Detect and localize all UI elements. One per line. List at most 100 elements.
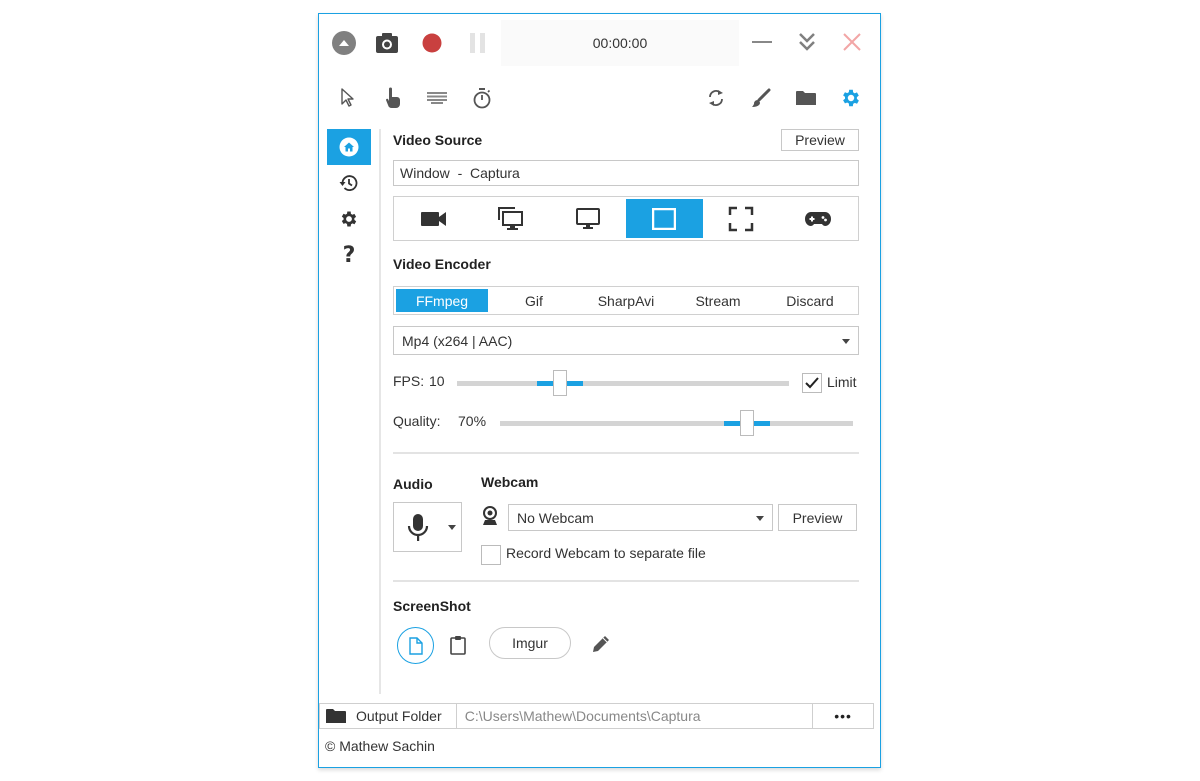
imgur-upload-button[interactable]: Imgur <box>489 627 571 659</box>
output-folder-button[interactable]: Output Folder <box>319 703 457 729</box>
quality-slider[interactable] <box>500 410 853 436</box>
video-source-selector <box>393 196 859 241</box>
close-button[interactable] <box>841 31 863 53</box>
fps-slider-thumb[interactable] <box>552 370 567 396</box>
tab-discard[interactable]: Discard <box>764 289 856 312</box>
cursor-icon <box>341 88 354 107</box>
webcam-value: No Webcam <box>517 509 594 526</box>
quality-slider-thumb[interactable] <box>740 410 755 436</box>
source-game[interactable] <box>779 199 856 238</box>
sidebar-item-history[interactable] <box>327 165 371 201</box>
chevron-down-icon <box>756 515 764 521</box>
screenshot-to-clipboard-button[interactable] <box>449 632 467 658</box>
webcam-title: Webcam <box>481 474 539 490</box>
source-screen[interactable] <box>549 199 626 238</box>
captura-window: 00:00:00 ? Video Source Preview Window -… <box>318 13 881 768</box>
video-encoder-title: Video Encoder <box>393 256 491 272</box>
sidebar-nav: ? <box>327 129 371 273</box>
source-window[interactable] <box>626 199 703 238</box>
click-icon <box>386 87 400 109</box>
source-multiple-screens[interactable] <box>473 199 550 238</box>
refresh-icon <box>709 90 723 106</box>
codec-value: Mp4 (x264 | AAC) <box>402 332 513 349</box>
fps-value: 10 <box>429 373 445 389</box>
collapse-button[interactable] <box>331 30 357 56</box>
source-region[interactable] <box>703 199 780 238</box>
tab-ffmpeg[interactable]: FFmpeg <box>396 289 488 312</box>
sidebar-item-home[interactable] <box>327 129 371 165</box>
section-divider <box>393 580 859 582</box>
section-divider <box>393 452 859 454</box>
include-cursor-toggle[interactable] <box>336 86 360 110</box>
fps-limit-label: Limit <box>827 374 857 390</box>
history-icon <box>339 175 358 191</box>
sidebar-item-about[interactable]: ? <box>327 237 371 273</box>
sidebar-item-settings[interactable] <box>327 201 371 237</box>
screenshot-editor-button[interactable] <box>589 632 613 656</box>
recording-timer: 00:00:00 <box>501 20 739 66</box>
settings-icon <box>843 89 859 107</box>
image-editor-button[interactable] <box>749 86 773 110</box>
video-source-value: Window - Captura <box>400 165 520 181</box>
disk-icon <box>408 636 423 655</box>
pencil-icon <box>593 636 609 652</box>
open-output-folder-button[interactable] <box>794 86 818 110</box>
pause-button[interactable] <box>467 31 489 55</box>
settings-button[interactable] <box>839 86 863 110</box>
webcam-preview-button[interactable]: Preview <box>778 504 857 531</box>
fps-label: FPS: <box>393 373 425 389</box>
video-source-preview-button[interactable]: Preview <box>781 129 859 151</box>
more-icon: ••• <box>834 708 852 724</box>
folder-icon <box>326 709 346 723</box>
tab-stream[interactable]: Stream <box>672 289 764 312</box>
close-icon <box>843 33 861 51</box>
monitor-icon <box>575 207 600 229</box>
browse-output-folder-button[interactable]: ••• <box>812 703 875 729</box>
include-clicks-toggle[interactable] <box>381 86 405 110</box>
multi-monitor-icon <box>498 206 523 230</box>
screenshot-title: ScreenShot <box>393 598 471 614</box>
gear-icon <box>341 211 357 227</box>
gamepad-icon <box>804 211 831 226</box>
video-camera-icon <box>421 211 447 226</box>
tab-sharpavi[interactable]: SharpAvi <box>580 289 672 312</box>
microphone-icon <box>407 514 429 541</box>
folder-icon <box>796 91 816 105</box>
title-bar: 00:00:00 <box>319 14 880 70</box>
webcam-separate-file-label: Record Webcam to separate file <box>506 545 706 561</box>
webcam-separate-file-checkbox[interactable] <box>481 545 501 565</box>
output-folder-row: Output Folder C:\Users\Mathew\Documents\… <box>319 703 875 729</box>
codec-dropdown[interactable]: Mp4 (x264 | AAC) <box>393 326 859 355</box>
double-chevron-down-icon <box>799 33 815 51</box>
copyright-text: © Mathew Sachin <box>325 738 435 754</box>
checkmark-icon <box>805 377 819 389</box>
minimize-button[interactable] <box>751 32 773 52</box>
source-webcam[interactable] <box>396 199 473 238</box>
audio-title: Audio <box>393 476 433 492</box>
minimize-icon <box>752 41 772 43</box>
fps-slider[interactable] <box>457 370 789 396</box>
sidebar-divider <box>379 129 381 694</box>
home-icon <box>339 137 359 157</box>
tab-gif[interactable]: Gif <box>488 289 580 312</box>
record-button[interactable] <box>421 32 443 54</box>
quality-label: Quality: <box>393 413 441 429</box>
video-source-title: Video Source <box>393 132 483 148</box>
fps-limit-checkbox[interactable] <box>802 373 822 393</box>
refresh-button[interactable] <box>704 86 728 110</box>
output-folder-path[interactable]: C:\Users\Mathew\Documents\Captura <box>456 703 813 729</box>
timer-toggle[interactable] <box>470 86 494 110</box>
audio-source-button[interactable] <box>393 502 462 552</box>
screenshot-button[interactable] <box>374 31 400 55</box>
screenshot-to-disk-button[interactable] <box>397 627 434 664</box>
chevron-down-icon <box>448 525 456 530</box>
minimize-to-tray-button[interactable] <box>796 30 818 54</box>
webcam-dropdown[interactable]: No Webcam <box>508 504 773 531</box>
brush-icon <box>752 88 771 107</box>
chevron-down-icon <box>842 338 850 344</box>
video-source-value-field[interactable]: Window - Captura <box>393 160 859 186</box>
include-keystrokes-toggle[interactable] <box>425 86 449 110</box>
pause-icon <box>470 33 485 53</box>
region-icon <box>728 206 754 231</box>
help-icon: ? <box>342 242 356 268</box>
